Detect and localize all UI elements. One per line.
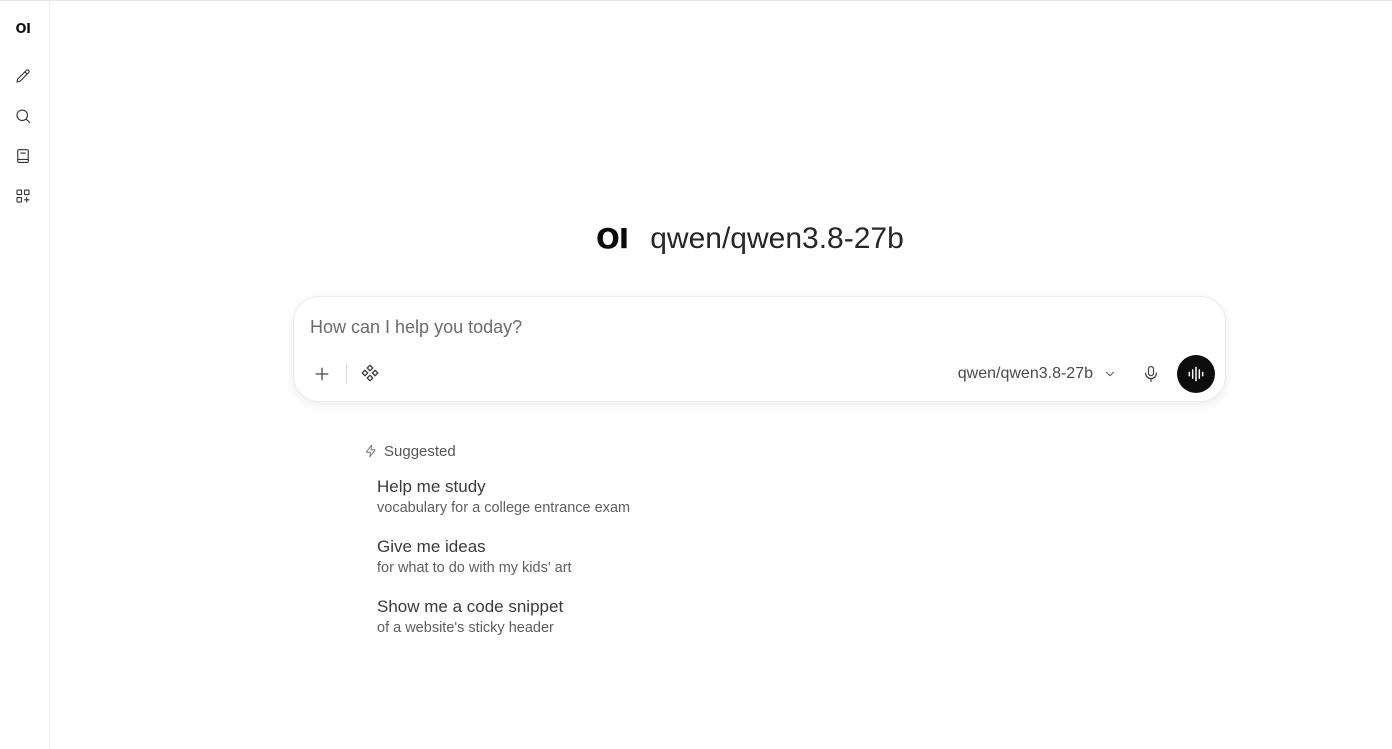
suggested-header: Suggested xyxy=(364,441,456,461)
model-selector[interactable]: qwen/qwen3.8-27b xyxy=(958,361,1117,387)
waveform-icon xyxy=(1188,366,1204,382)
model-hero: OI qwen/qwen3.8-27b xyxy=(596,219,904,259)
suggestion-subtitle: vocabulary for a college entrance exam xyxy=(377,500,631,516)
suggested-header-label: Suggested xyxy=(384,442,456,460)
hero-model-title: qwen/qwen3.8-27b xyxy=(650,222,904,255)
chevron-down-icon xyxy=(1106,371,1114,377)
app-window: OI OI qwen/qwen3.8-27b How can I help yo… xyxy=(0,0,1392,749)
microphone-icon xyxy=(1144,365,1158,383)
bolt-icon xyxy=(365,444,376,458)
add-attachment-button[interactable] xyxy=(308,360,336,388)
plus-icon xyxy=(315,367,329,381)
notebook-icon xyxy=(17,149,29,163)
search-icon xyxy=(16,109,31,124)
chat-message-input[interactable] xyxy=(310,313,1190,341)
model-selector-label: qwen/qwen3.8-27b xyxy=(957,365,1093,382)
suggestion-item[interactable]: Help me study vocabulary for a college e… xyxy=(370,474,790,524)
chat-input-box: qwen/qwen3.8-27b xyxy=(293,296,1226,402)
toolbar-divider xyxy=(346,364,347,384)
sidebar-item-workspace[interactable] xyxy=(11,184,35,208)
integrations-icon xyxy=(361,364,379,382)
suggestion-item[interactable]: Show me a code snippet of a website's st… xyxy=(370,594,790,644)
suggestion-title: Show me a code snippet xyxy=(377,597,564,616)
voice-mode-button[interactable] xyxy=(1177,355,1215,393)
hero-logo: OI xyxy=(596,222,629,255)
suggestion-subtitle: for what to do with my kids' art xyxy=(377,560,572,576)
integrations-button[interactable] xyxy=(356,359,384,387)
sidebar-item-new-chat[interactable] xyxy=(11,64,35,88)
sidebar-item-search[interactable] xyxy=(11,104,35,128)
sidebar-item-notes[interactable] xyxy=(11,144,35,168)
apps-icon xyxy=(16,189,30,203)
suggestion-title: Help me study xyxy=(377,477,486,496)
sidebar: OI xyxy=(0,1,50,749)
pencil-icon xyxy=(16,69,30,83)
suggestion-title: Give me ideas xyxy=(377,537,486,556)
sidebar-logo[interactable]: OI xyxy=(0,19,46,39)
suggestion-subtitle: of a website's sticky header xyxy=(377,620,554,636)
dictate-button[interactable] xyxy=(1137,360,1165,388)
suggestion-item[interactable]: Give me ideas for what to do with my kid… xyxy=(370,534,790,584)
